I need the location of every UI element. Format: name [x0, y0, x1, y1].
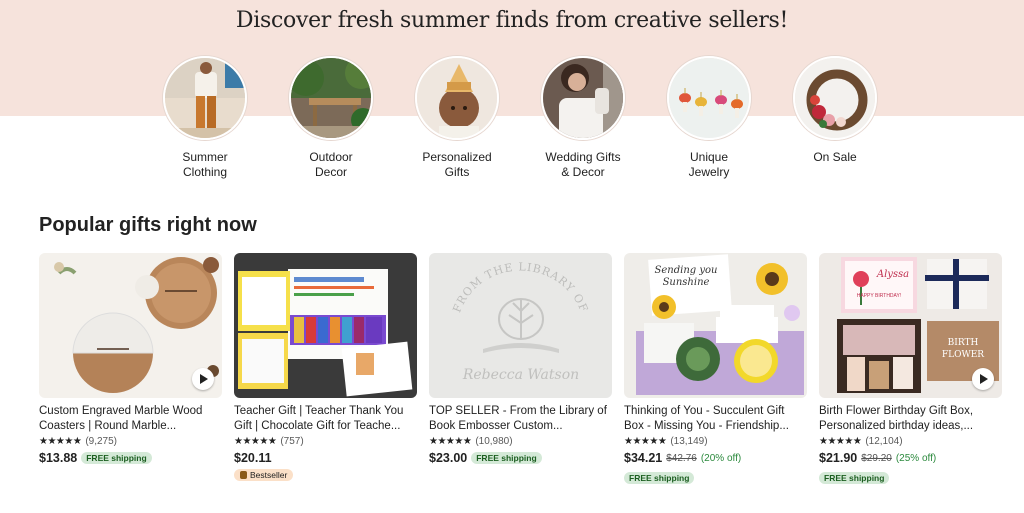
personalized-gifts-image[interactable] — [415, 56, 499, 140]
review-count: (9,275) — [85, 436, 118, 447]
star-rating-icon: ★★★★★ — [624, 436, 667, 447]
price: $13.88 — [39, 451, 78, 465]
birth-flower-line-2: FLOWER — [942, 350, 984, 360]
card-name-text: Alyssa — [876, 269, 909, 280]
product-image[interactable] — [39, 253, 222, 398]
summer-clothing-image[interactable] — [163, 56, 247, 140]
section-title: Popular gifts right now — [39, 214, 257, 236]
product-card[interactable]: Teacher Gift | Teacher Thank You Gift | … — [234, 253, 417, 484]
play-video-button[interactable] — [192, 368, 214, 390]
product-image[interactable]: Sending you Sunshine — [624, 253, 807, 398]
price: $34.21 — [624, 451, 663, 465]
original-price: $42.76 — [666, 452, 697, 464]
price-row: $13.88 FREE shipping — [39, 451, 222, 465]
category-label: Unique Jewelry — [688, 150, 730, 179]
wedding-gifts-image[interactable] — [541, 56, 625, 140]
price-row: $23.00 FREE shipping — [429, 451, 612, 465]
free-shipping-badge: FREE shipping — [624, 472, 695, 484]
bestseller-badge: Bestseller — [234, 469, 294, 481]
product-title[interactable]: TOP SELLER - From the Library of Book Em… — [429, 404, 612, 433]
product-card[interactable]: Alyssa HAPPY BIRTHDAY! BIRTH FLOWER Birt… — [819, 253, 1002, 486]
birth-flower-line-1: BIRTH — [948, 338, 979, 348]
rating: ★★★★★ (10,980) — [429, 436, 612, 448]
product-title[interactable]: Custom Engraved Marble Wood Coasters | R… — [39, 404, 222, 433]
star-rating-icon: ★★★★★ — [234, 436, 277, 447]
star-rating-icon: ★★★★★ — [429, 436, 472, 447]
rating: ★★★★★ (9,275) — [39, 436, 222, 448]
star-rating-icon: ★★★★★ — [819, 436, 862, 447]
free-shipping-badge: FREE shipping — [819, 472, 890, 484]
original-price: $29.20 — [861, 452, 892, 464]
free-shipping-badge: FREE shipping — [471, 452, 542, 464]
category-wedding-gifts-decor[interactable]: Wedding Gifts & Decor — [528, 56, 638, 180]
category-label: Summer Clothing — [182, 150, 228, 179]
free-shipping-badge: FREE shipping — [81, 452, 152, 464]
product-image[interactable]: FROM THE LIBRARY OF Rebecca Watson — [429, 253, 612, 398]
on-sale-image[interactable] — [793, 56, 877, 140]
category-personalized-gifts[interactable]: Personalized Gifts — [402, 56, 512, 180]
price-row: $34.21 $42.76 (20% off) — [624, 451, 807, 465]
product-card[interactable]: FROM THE LIBRARY OF Rebecca Watson TOP S… — [429, 253, 612, 465]
rating: ★★★★★ (12,104) — [819, 436, 1002, 448]
card-text-line-1: Sending you — [655, 265, 718, 276]
price-row: $21.90 $29.20 (25% off) — [819, 451, 1002, 465]
product-image[interactable]: Alyssa HAPPY BIRTHDAY! BIRTH FLOWER — [819, 253, 1002, 398]
category-label: On Sale — [813, 150, 857, 164]
play-video-button[interactable] — [972, 368, 994, 390]
price: $20.11 — [234, 451, 272, 465]
review-count: (10,980) — [475, 436, 513, 447]
category-label: Personalized Gifts — [422, 150, 492, 179]
unique-jewelry-image[interactable] — [667, 56, 751, 140]
price-row: $20.11 — [234, 451, 417, 465]
product-title[interactable]: Thinking of You - Succulent Gift Box - M… — [624, 404, 807, 433]
price: $21.90 — [819, 451, 858, 465]
review-count: (13,149) — [670, 436, 708, 447]
hero-title: Discover fresh summer finds from creativ… — [235, 8, 789, 33]
category-row: Summer Clothing Outdoor Decor Personaliz… — [0, 56, 1024, 186]
product-image[interactable] — [234, 253, 417, 398]
product-card[interactable]: Sending you Sunshine Thinking of You - S… — [624, 253, 807, 486]
card-text-line-2: Sunshine — [663, 277, 710, 288]
category-unique-jewelry[interactable]: Unique Jewelry — [654, 56, 764, 180]
category-on-sale[interactable]: On Sale — [780, 56, 890, 165]
discount: (25% off) — [895, 452, 937, 464]
product-card[interactable]: Custom Engraved Marble Wood Coasters | R… — [39, 253, 222, 465]
discount: (20% off) — [700, 452, 742, 464]
product-title[interactable]: Teacher Gift | Teacher Thank You Gift | … — [234, 404, 417, 433]
product-title[interactable]: Birth Flower Birthday Gift Box, Personal… — [819, 404, 1002, 433]
star-rating-icon: ★★★★★ — [39, 436, 82, 447]
card-birthday-text: HAPPY BIRTHDAY! — [857, 293, 901, 299]
outdoor-decor-image[interactable] — [289, 56, 373, 140]
review-count: (12,104) — [865, 436, 903, 447]
category-outdoor-decor[interactable]: Outdoor Decor — [276, 56, 386, 180]
category-label: Outdoor Decor — [309, 150, 353, 179]
category-summer-clothing[interactable]: Summer Clothing — [150, 56, 260, 180]
rating: ★★★★★ (13,149) — [624, 436, 807, 448]
price: $23.00 — [429, 451, 468, 465]
bestseller-label: Bestseller — [250, 470, 288, 480]
review-count: (757) — [280, 436, 304, 447]
category-label: Wedding Gifts & Decor — [545, 150, 621, 179]
medal-icon — [240, 471, 247, 479]
rating: ★★★★★ (757) — [234, 436, 417, 448]
embosser-name-text: Rebecca Watson — [462, 367, 579, 383]
